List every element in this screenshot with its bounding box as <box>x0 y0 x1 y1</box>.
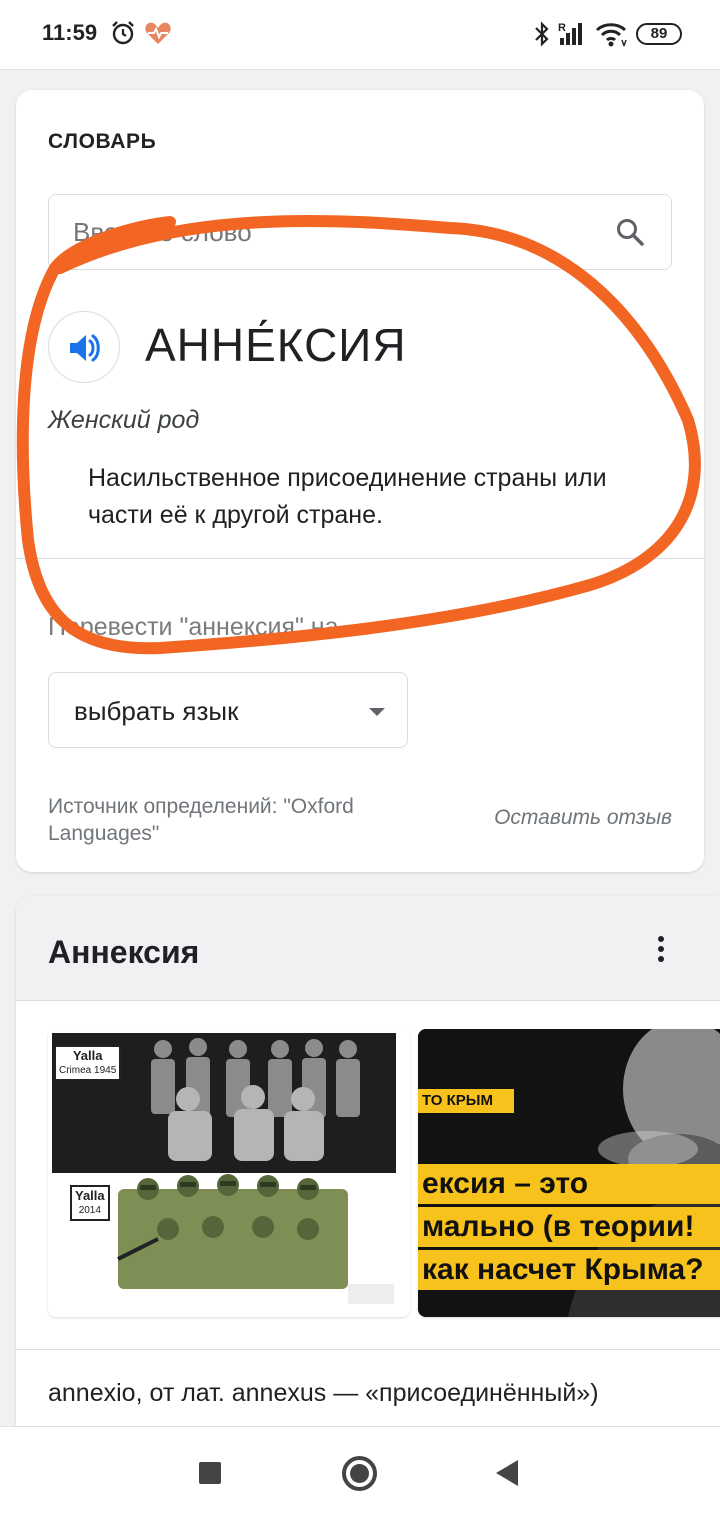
etymology-text: annexio, от лат. annexus — «присоединённ… <box>48 1379 599 1407</box>
alarm-icon <box>112 21 134 45</box>
recents-button[interactable] <box>199 1462 221 1484</box>
grammatical-gender: Женский род <box>48 406 200 434</box>
dropdown-arrow-icon <box>369 708 385 716</box>
dictionary-label: СЛОВАРЬ <box>48 130 157 153</box>
system-navigation-bar <box>0 1426 720 1520</box>
definition-source: Источник определений: "Oxford Languages" <box>48 795 354 845</box>
back-button[interactable] <box>496 1460 518 1486</box>
video-top-label: ТО КРЫМ <box>418 1089 514 1113</box>
divider <box>16 1349 720 1350</box>
knowledge-card-title: Аннексия <box>48 934 200 970</box>
health-heart-icon <box>145 22 171 44</box>
translate-label: Перевести "аннексия" на <box>48 613 339 641</box>
video-caption-line-2: мально (в теории! <box>418 1207 720 1247</box>
yalla-2014-tag: Yalla 2014 <box>70 1185 110 1221</box>
home-button[interactable] <box>342 1456 377 1491</box>
pronunciation-button[interactable] <box>48 311 120 383</box>
signal-icon: R <box>558 22 582 45</box>
video-caption-line-1: ексия – это <box>418 1164 720 1204</box>
definition-text: Насильственное присоединение страны или … <box>88 464 607 529</box>
wifi-icon <box>595 23 627 47</box>
language-select[interactable]: выбрать язык <box>48 672 408 748</box>
image-crimea-video[interactable]: ТО КРЫМ ексия – это мально (в теории! ка… <box>418 1029 720 1317</box>
status-bar: 11:59 R 89 <box>0 0 720 70</box>
speaker-icon <box>70 334 100 362</box>
svg-text:R: R <box>558 22 566 34</box>
more-options-icon[interactable] <box>658 936 666 966</box>
status-time: 11:59 <box>42 20 98 45</box>
headword: АННЕ́КСИЯ <box>145 319 407 371</box>
yalla-1945-tag: Yalla Crimea 1945 <box>54 1045 122 1081</box>
bluetooth-icon <box>535 21 549 47</box>
image-yalla-cartoon[interactable]: Yalla Crimea 1945 Yalla 2014 <box>48 1029 410 1317</box>
search-input[interactable] <box>73 195 593 269</box>
search-icon[interactable] <box>615 217 645 247</box>
search-box[interactable] <box>48 194 672 270</box>
video-caption-line-3: как насчет Крыма? <box>418 1250 720 1290</box>
knowledge-card: Аннексия Yalla Crimea 1945 Yalla 2014 ТО… <box>16 896 720 1456</box>
divider <box>16 558 704 559</box>
language-select-value: выбрать язык <box>74 696 239 726</box>
feedback-link[interactable]: Оставить отзыв <box>494 806 672 830</box>
battery-icon: 89 <box>636 23 682 45</box>
knowledge-card-header: Аннексия <box>16 896 720 1001</box>
